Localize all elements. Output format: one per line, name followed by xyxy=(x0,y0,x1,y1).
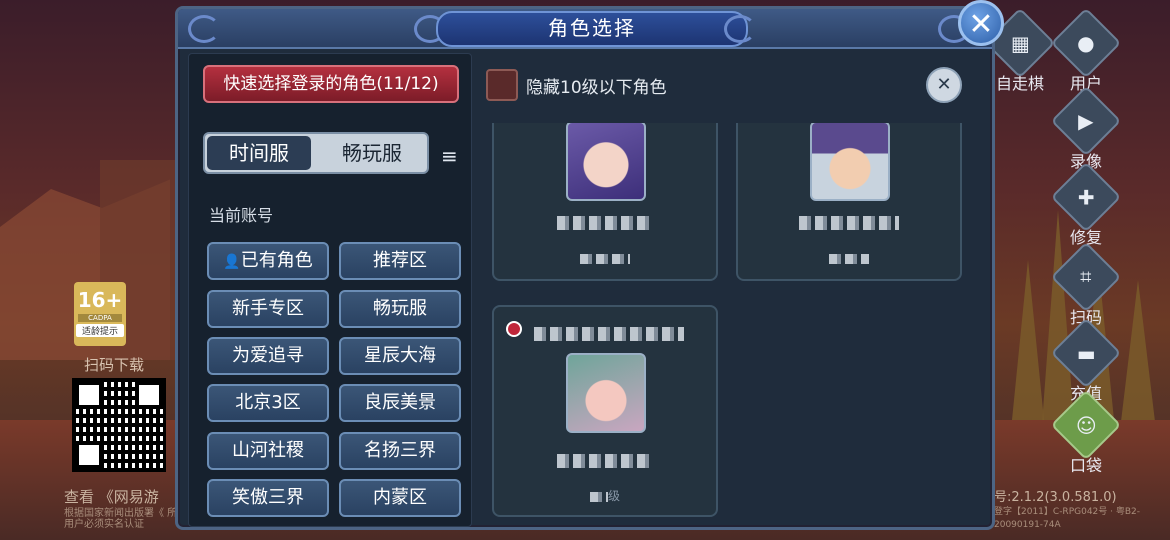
background-tree xyxy=(1120,280,1156,430)
title-ornament xyxy=(724,15,756,43)
footer-notice-title[interactable]: 查看 《网易游 xyxy=(64,486,159,507)
quick-select-role-button[interactable]: 快速选择登录的角色(11/12) xyxy=(203,65,459,103)
role-card[interactable] xyxy=(492,123,718,281)
server-button[interactable]: 北京3区 xyxy=(207,384,329,422)
license-label: 登字【2011】C-RPG042号 · 粤B2-20090191-74A xyxy=(994,507,1140,530)
role-level-redacted xyxy=(738,251,960,265)
close-button[interactable]: ✕ xyxy=(958,0,1004,46)
role-level: 级 xyxy=(494,487,716,504)
female-purple-hair-avatar xyxy=(566,123,646,201)
server-button[interactable]: 为爱追寻 xyxy=(207,337,329,375)
pocket-icon: ☺ xyxy=(1050,389,1122,461)
side-menu-scan[interactable]: ⌗ 扫码 xyxy=(1050,241,1122,328)
server-button[interactable]: 名扬三界 xyxy=(339,432,461,470)
side-menu-repair[interactable]: ✚ 修复 xyxy=(1050,161,1122,248)
age-rating: 16+ xyxy=(77,288,123,312)
role-server-redacted xyxy=(534,323,684,342)
list-icon[interactable]: ≡ xyxy=(441,144,458,168)
qr-corner xyxy=(75,381,103,409)
role-level-redacted xyxy=(494,251,716,265)
server-button[interactable]: 良辰美景 xyxy=(339,384,461,422)
server-button[interactable]: 新手专区 xyxy=(207,290,329,328)
role-name-redacted xyxy=(494,453,716,469)
server-panel: 快速选择登录的角色(11/12) 时间服 畅玩服 ≡ 当前账号 👤已有角色 推荐… xyxy=(188,53,472,527)
version-label: 号:2.1.2(3.0.581.0) xyxy=(994,490,1117,505)
hide-low-level-checkbox[interactable] xyxy=(486,69,518,101)
female-green-hair-avatar xyxy=(566,353,646,433)
server-button[interactable]: 畅玩服 xyxy=(339,290,461,328)
scan-download-label: 扫码下载 xyxy=(84,356,145,374)
video-icon: ▶ xyxy=(1050,85,1122,157)
role-name-redacted xyxy=(494,215,716,231)
side-menu-video[interactable]: ▶ 录像 xyxy=(1050,85,1122,172)
role-card[interactable] xyxy=(736,123,962,281)
person-icon: 👤 xyxy=(223,254,241,270)
server-button-label: 已有角色 xyxy=(240,250,313,271)
server-button[interactable]: 内蒙区 xyxy=(339,479,461,517)
qr-corner xyxy=(75,441,103,469)
dialog-titlebar: 角色选择 xyxy=(178,9,992,49)
wallet-icon: ▬ xyxy=(1050,317,1122,389)
server-button[interactable]: 山河社稷 xyxy=(207,432,329,470)
age-rating-tip: 适龄提示 xyxy=(76,324,124,337)
age-rating-badge: 16+ CADPA 适龄提示 xyxy=(74,282,126,346)
role-level-suffix: 级 xyxy=(607,489,620,503)
last-login-indicator xyxy=(506,321,522,337)
role-card-list[interactable]: 级 xyxy=(488,123,988,525)
server-type-tabs: 时间服 畅玩服 xyxy=(203,132,429,174)
title-ornament xyxy=(188,15,220,43)
dialog-title: 角色选择 xyxy=(436,11,748,47)
server-button-existing-roles[interactable]: 👤已有角色 xyxy=(207,242,329,280)
wrench-icon[interactable]: ✕ xyxy=(926,67,962,103)
qr-corner xyxy=(135,381,163,409)
tab-time-server[interactable]: 时间服 xyxy=(207,136,311,170)
role-panel: 隐藏10级以下角色 ✕ 级 xyxy=(478,53,988,525)
male-purple-hair-avatar xyxy=(810,123,890,201)
role-name-redacted xyxy=(738,215,960,231)
server-button[interactable]: 推荐区 xyxy=(339,242,461,280)
side-menu-user[interactable]: ● 用户 xyxy=(1050,7,1122,94)
user-icon: ● xyxy=(1050,7,1122,79)
repair-icon: ✚ xyxy=(1050,161,1122,233)
age-rating-org: CADPA xyxy=(78,314,122,322)
server-button[interactable]: 星辰大海 xyxy=(339,337,461,375)
download-qr-code[interactable] xyxy=(72,378,166,472)
hide-low-level-label: 隐藏10级以下角色 xyxy=(526,78,667,98)
server-button[interactable]: 笑傲三界 xyxy=(207,479,329,517)
role-select-dialog: 角色选择 快速选择登录的角色(11/12) 时间服 畅玩服 ≡ 当前账号 👤已有… xyxy=(175,6,995,530)
tab-free-server[interactable]: 畅玩服 xyxy=(315,134,429,172)
scan-icon: ⌗ xyxy=(1050,241,1122,313)
role-card-last-login[interactable]: 级 xyxy=(492,305,718,517)
side-menu-pocket[interactable]: ☺ 口袋 xyxy=(1050,389,1122,476)
current-account-label: 当前账号 xyxy=(209,206,274,225)
